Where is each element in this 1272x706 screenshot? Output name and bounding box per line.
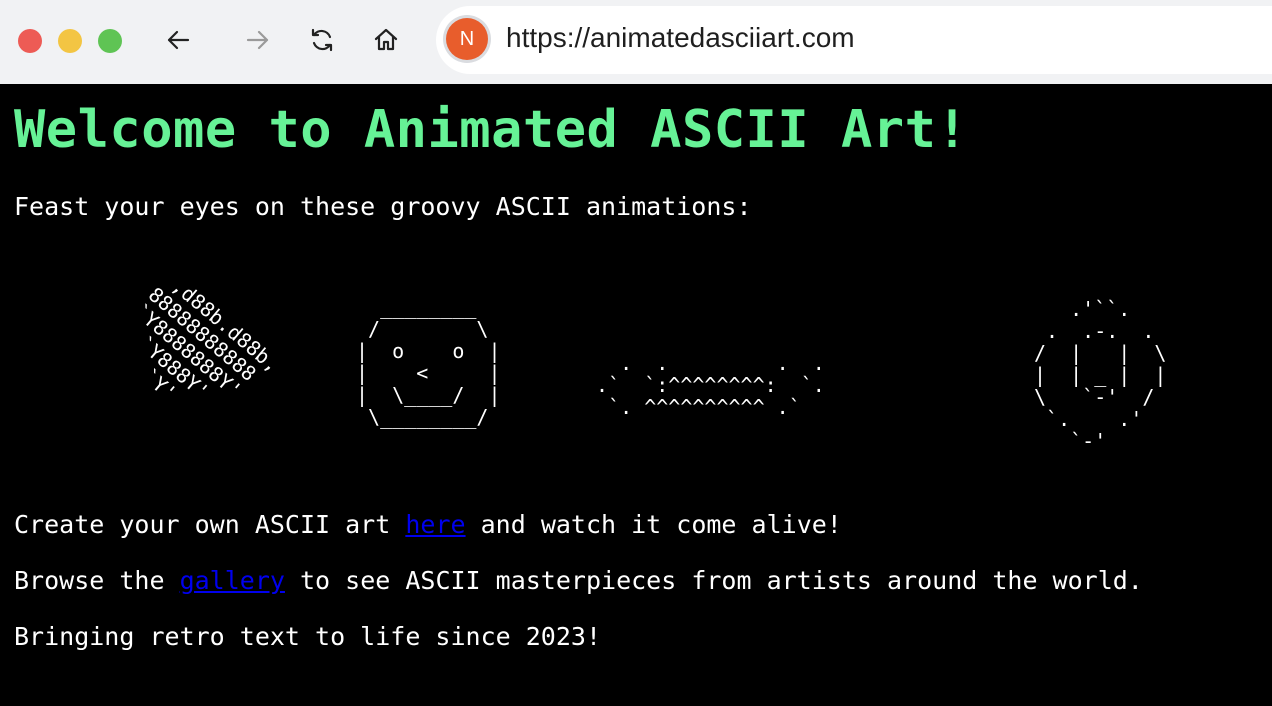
close-window-button[interactable] (18, 29, 42, 53)
ascii-smiley-animation: .'``. . .-. . / | | \ | | _ | | \ `-' / … (1034, 297, 1167, 453)
back-button[interactable] (160, 22, 196, 58)
create-here-link[interactable]: here (405, 510, 465, 539)
minimize-window-button[interactable] (58, 29, 82, 53)
browser-toolbar: N https://animatedasciiart.com (0, 0, 1272, 84)
browse-text-after: to see ASCII masterpieces from artists a… (284, 566, 1143, 595)
create-text-before: Create your own ASCII art (14, 510, 406, 539)
intro-text: Feast your eyes on these groovy ASCII an… (14, 192, 752, 221)
ascii-face-animation: ________ / \ | o o | | < | | \____/ | \_… (356, 295, 501, 429)
url-text[interactable]: https://animatedasciiart.com (506, 22, 855, 54)
create-paragraph: Create your own ASCII art here and watch… (14, 510, 842, 539)
page-content: Welcome to Animated ASCII Art! Feast you… (0, 84, 1272, 706)
ascii-heart-animation: ,d88b.d88b, 88888888888 `Y8888888Y' `Y88… (92, 257, 285, 406)
create-text-after: and watch it come alive! (465, 510, 842, 539)
ascii-wave-animation: . . . . .` `:^^^^^^^^: `. `. ^^^^^^^^^^ … (596, 351, 825, 419)
forward-arrow-icon (246, 30, 269, 50)
home-button[interactable] (368, 22, 404, 58)
back-arrow-icon (167, 30, 190, 50)
gallery-link[interactable]: gallery (180, 566, 285, 595)
profile-avatar[interactable]: N (446, 18, 488, 60)
reload-button[interactable] (304, 22, 340, 58)
forward-button[interactable] (240, 22, 276, 58)
page-title: Welcome to Animated ASCII Art! (14, 100, 969, 160)
browse-text-before: Browse the (14, 566, 180, 595)
browse-paragraph: Browse the gallery to see ASCII masterpi… (14, 566, 1143, 595)
reload-icon (311, 28, 333, 52)
maximize-window-button[interactable] (98, 29, 122, 53)
home-icon (374, 28, 398, 51)
tagline-text: Bringing retro text to life since 2023! (14, 622, 601, 651)
